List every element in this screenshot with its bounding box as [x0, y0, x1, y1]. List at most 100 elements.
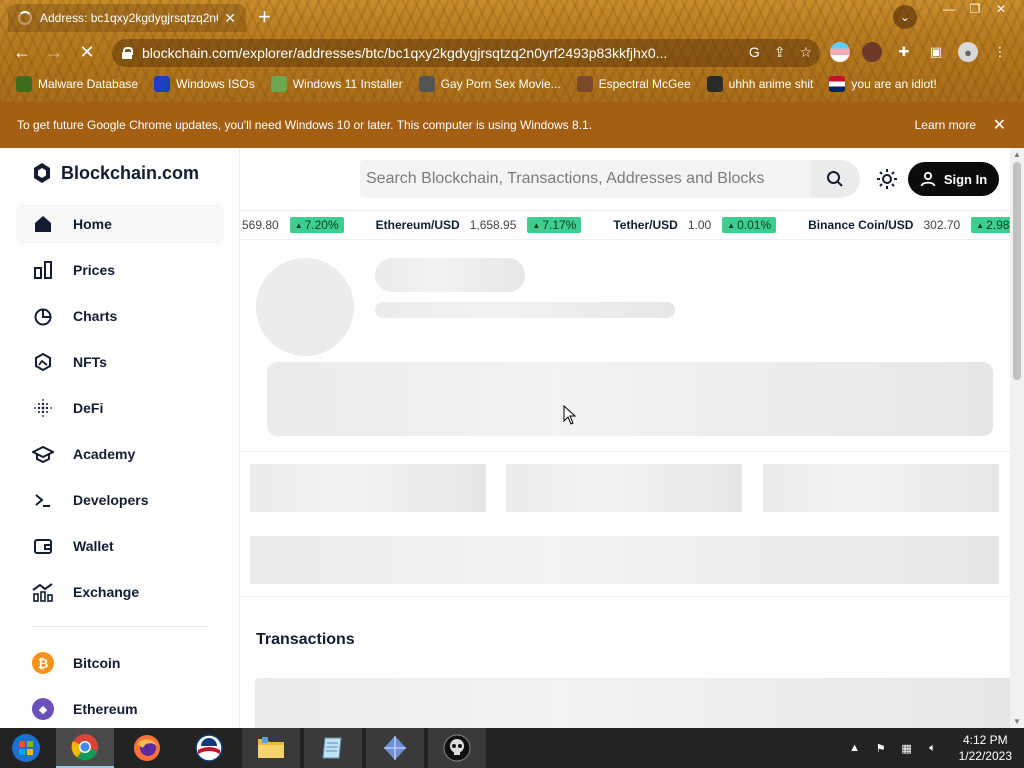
extensions-puzzle-icon[interactable]: ✚ [894, 42, 914, 62]
bookmark-item[interactable]: Espectral McGee [576, 76, 691, 92]
academy-icon [32, 443, 54, 465]
flag-bookmark-icon [829, 76, 846, 92]
scroll-up-icon[interactable]: ▲ [1013, 150, 1021, 159]
taskbar-gem-app[interactable] [366, 728, 424, 768]
blockchain-logo-icon [34, 163, 50, 183]
chrome-menu-icon[interactable]: ⋮ [990, 42, 1010, 62]
search-button[interactable] [810, 160, 860, 198]
sidebar: Blockchain.com Home Prices Charts NFTs D… [0, 148, 240, 728]
nfts-icon [32, 351, 54, 373]
back-icon[interactable]: ← [10, 40, 34, 64]
coin-nav: ₿ Bitcoin ◆ Ethereum [16, 643, 224, 728]
sidebar-item-developers[interactable]: Developers [16, 480, 224, 520]
sidebar-item-label: NFTs [73, 354, 107, 370]
sidebar-item-label: Ethereum [73, 701, 138, 717]
sidebar-item-defi[interactable]: DeFi [16, 388, 224, 428]
sidebar-item-home[interactable]: Home [16, 204, 224, 244]
tab-close-icon[interactable]: ✕ [224, 10, 236, 27]
sidebar-item-bitcoin[interactable]: ₿ Bitcoin [16, 643, 224, 683]
clock[interactable]: 4:12 PM 1/22/2023 [959, 732, 1012, 764]
wallet-icon [32, 535, 54, 557]
sidebar-item-academy[interactable]: Academy [16, 434, 224, 474]
bookmark-star-icon[interactable]: ☆ [799, 44, 812, 61]
home-icon [32, 213, 54, 235]
update-infobar: To get future Google Chrome updates, you… [0, 102, 1024, 148]
browser-tab[interactable]: Address: bc1qxy2kgdygjrsqtzq2n0 ✕ [8, 4, 246, 32]
side-panel-icon[interactable]: ▣ [926, 42, 946, 62]
bookmark-item[interactable]: Gay Porn Sex Movie... [418, 76, 561, 92]
ticker-item[interactable]: Ethereum/USD 1,658.95 7.17% [376, 217, 582, 233]
ticker-item[interactable]: Binance Coin/USD 302.70 2.98% [808, 217, 1010, 233]
address-bar[interactable]: blockchain.com/explorer/addresses/btc/bc… [112, 39, 820, 67]
volume-icon[interactable]: 🔈︎ [923, 742, 943, 755]
scroll-down-icon[interactable]: ▼ [1013, 717, 1021, 726]
learn-more-link[interactable]: Learn more [915, 118, 976, 132]
taskbar-firefox[interactable] [118, 728, 176, 768]
sidebar-item-nfts[interactable]: NFTs [16, 342, 224, 382]
taskbar-obama-badge[interactable] [180, 728, 238, 768]
bookmark-label: you are an idiot! [851, 77, 937, 91]
network-icon[interactable]: ▦ [897, 742, 917, 755]
brand-name: Blockchain.com [61, 162, 200, 183]
bookmark-label: Gay Porn Sex Movie... [440, 77, 561, 91]
profile-avatar-icon[interactable]: ● [958, 42, 978, 62]
restore-icon[interactable]: ❐ [962, 0, 988, 18]
bookmark-item[interactable]: Windows ISOs [154, 76, 255, 92]
bookmark-item[interactable]: Windows 11 Installer [270, 76, 403, 92]
page-scrollbar[interactable]: ▲ ▼ [1010, 148, 1024, 728]
sidebar-item-label: Wallet [73, 538, 114, 554]
sidebar-item-wallet[interactable]: Wallet [16, 526, 224, 566]
sidebar-item-ethereum[interactable]: ◆ Ethereum [16, 689, 224, 728]
theme-toggle-button[interactable] [874, 166, 900, 192]
ticker-item[interactable]: Tether/USD 1.00 0.01% [613, 217, 777, 233]
scroll-thumb[interactable] [1013, 162, 1021, 380]
tray-expand-icon[interactable]: ▲ [845, 742, 865, 754]
obama-logo-icon [195, 734, 223, 762]
ticker-item[interactable]: 569.80 7.20% [242, 217, 344, 233]
trans-flag-extension-icon[interactable] [830, 42, 850, 62]
ticker-name: Tether/USD [613, 218, 678, 232]
stop-loading-icon[interactable]: ✕ [75, 40, 99, 64]
new-tab-icon[interactable]: + [258, 6, 271, 28]
tab-title: Address: bc1qxy2kgdygjrsqtzq2n0 [40, 11, 219, 25]
sidebar-item-exchange[interactable]: Exchange [16, 572, 224, 612]
bookmark-label: Windows 11 Installer [292, 77, 403, 91]
bookmark-label: Windows ISOs [176, 77, 255, 91]
sidebar-item-prices[interactable]: Prices [16, 250, 224, 290]
windows-orb-icon [12, 734, 40, 762]
action-center-flag-icon[interactable]: ⚑ [871, 742, 891, 755]
bookmark-item[interactable]: uhhh anime shit [706, 76, 813, 92]
system-tray: ▲ ⚑ ▦ 🔈︎ 4:12 PM 1/22/2023 [845, 728, 1024, 768]
sidebar-item-label: Home [73, 216, 112, 232]
taskbar-notepad[interactable] [304, 728, 362, 768]
sidebar-divider [32, 626, 208, 627]
bookmark-item[interactable]: you are an idiot! [829, 76, 937, 92]
taskbar-chrome[interactable] [56, 728, 114, 768]
share-icon[interactable]: ⇪ [774, 44, 786, 61]
google-lens-icon[interactable]: G [749, 44, 760, 61]
taskbar-skull-app[interactable] [428, 728, 486, 768]
ticker-name: Binance Coin/USD [808, 218, 914, 232]
search-input[interactable] [366, 170, 806, 188]
close-window-icon[interactable]: ✕ [988, 0, 1014, 18]
lock-icon [122, 47, 133, 59]
sidebar-item-label: Developers [73, 492, 149, 508]
transaction-row-skeleton [255, 678, 1015, 728]
minimize-icon[interactable]: — [936, 0, 962, 18]
clock-date: 1/22/2023 [958, 749, 1012, 763]
search-icon [827, 171, 843, 187]
sidebar-item-label: Bitcoin [73, 655, 121, 671]
avatar-extension-icon[interactable] [862, 42, 882, 62]
brand-logo[interactable]: Blockchain.com [32, 162, 199, 184]
section-divider [240, 596, 1010, 597]
sidebar-item-charts[interactable]: Charts [16, 296, 224, 336]
start-button[interactable] [8, 732, 44, 764]
sign-in-button[interactable]: Sign In [908, 162, 999, 196]
title-skeleton [375, 258, 525, 292]
bookmark-item[interactable]: Malware Database [16, 76, 138, 92]
infobar-close-icon[interactable]: ✕ [993, 115, 1006, 135]
tab-search-icon[interactable]: ⌄ [893, 5, 917, 29]
ticker-change: 0.01% [722, 217, 777, 233]
forward-icon[interactable]: → [42, 40, 66, 64]
taskbar-file-explorer[interactable] [242, 728, 300, 768]
